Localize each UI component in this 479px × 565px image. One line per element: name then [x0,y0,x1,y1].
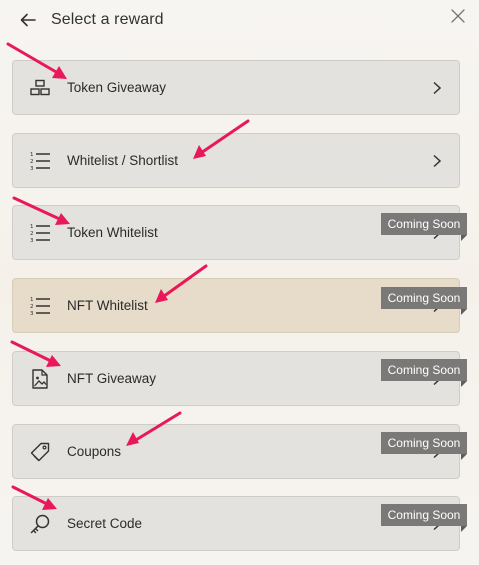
close-icon[interactable] [450,8,466,24]
image-file-icon [32,369,48,389]
numbered-list-icon: 123 [30,224,50,244]
reward-option-label: Whitelist / Shortlist [67,153,179,168]
coming-soon-badge: Coming Soon [381,287,467,315]
reward-option-label: Coupons [67,444,122,459]
numbered-list-icon: 123 [30,297,50,317]
svg-text:3: 3 [30,311,34,317]
coming-soon-badge: Coming Soon [381,504,467,532]
arrow-left-icon[interactable] [18,10,38,30]
chevron-right-icon [433,81,442,95]
reward-option-label: Token Whitelist [67,225,158,240]
svg-text:1: 1 [30,152,34,158]
page-title: Select a reward [51,11,164,28]
key-icon [30,514,50,534]
svg-text:2: 2 [30,159,34,165]
gold-bars-icon [30,79,50,96]
svg-text:2: 2 [30,231,34,237]
svg-text:3: 3 [30,238,34,244]
chevron-right-icon [433,154,442,168]
dialog-header: Select a reward [0,0,479,40]
coming-soon-badge: Coming Soon [381,432,467,460]
reward-option-token-giveaway[interactable]: Token Giveaway [12,60,460,115]
reward-option-whitelist-shortlist[interactable]: 123 Whitelist / Shortlist [12,133,460,188]
svg-text:1: 1 [30,297,34,303]
reward-option-label: NFT Giveaway [67,371,157,386]
numbered-list-icon: 123 [30,152,50,172]
svg-text:3: 3 [30,166,34,172]
reward-option-label: Token Giveaway [67,80,167,95]
coming-soon-badge: Coming Soon [381,213,467,241]
reward-option-label: NFT Whitelist [67,298,148,313]
coming-soon-badge: Coming Soon [381,359,467,387]
svg-text:2: 2 [30,304,34,310]
tag-icon [30,442,50,462]
svg-text:1: 1 [30,224,34,230]
reward-option-label: Secret Code [67,516,143,531]
